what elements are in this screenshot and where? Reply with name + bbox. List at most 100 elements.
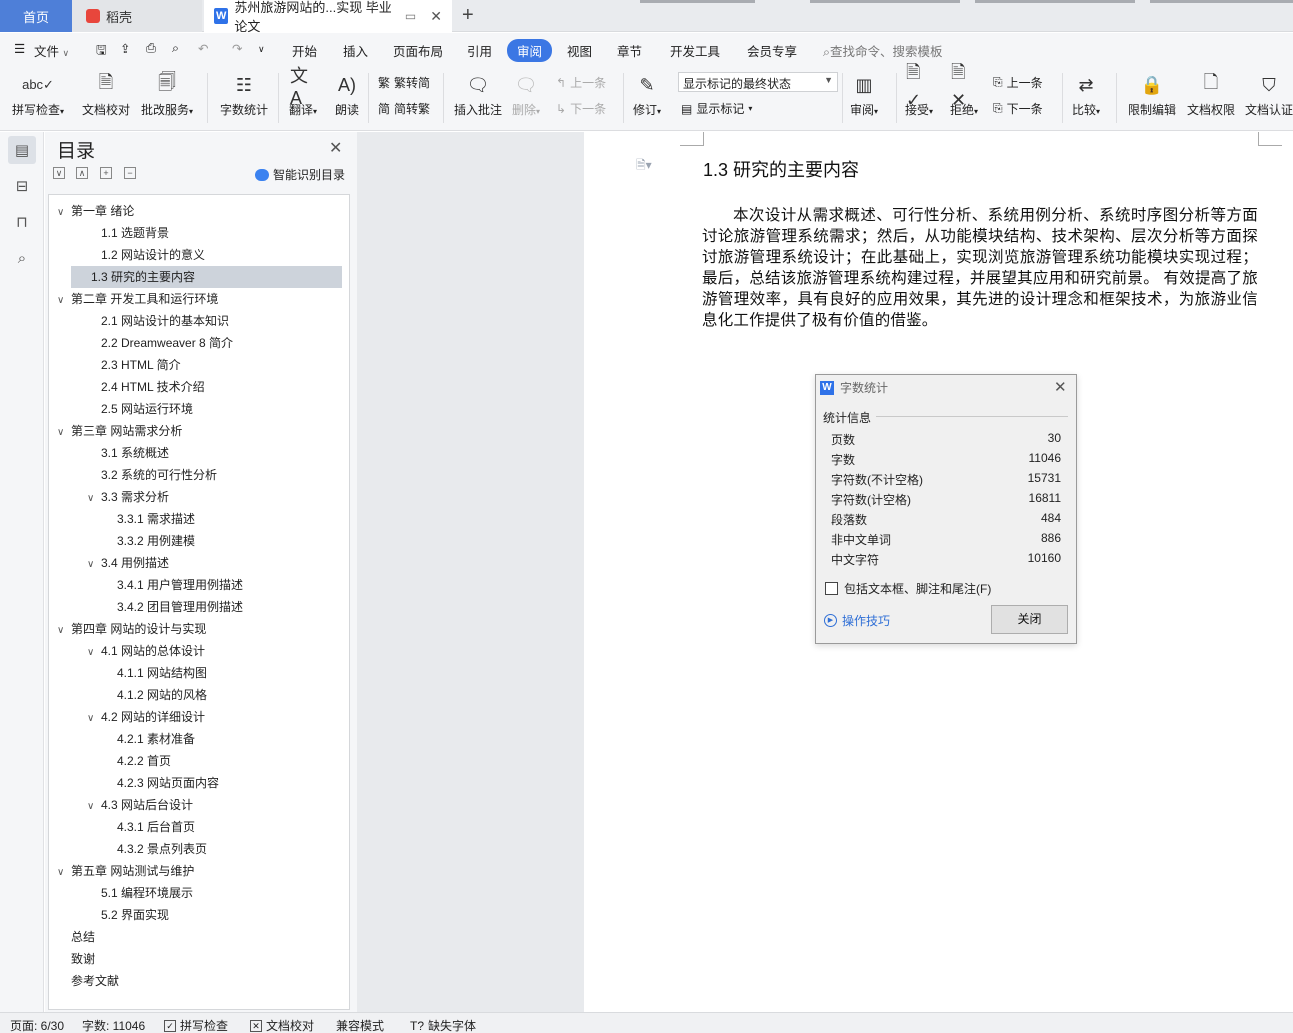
- toc-panel-icon[interactable]: ▤: [8, 136, 36, 164]
- spell-check-toggle[interactable]: ✓ 拼写检查: [164, 1017, 228, 1033]
- chevron-down-icon[interactable]: ∨: [57, 422, 71, 444]
- paragraph-icon[interactable]: 🗎▾: [636, 156, 652, 177]
- toc-item[interactable]: 4.3.1 后台首页: [103, 816, 195, 838]
- tab-daoke[interactable]: 稻壳: [72, 0, 202, 32]
- toc-item[interactable]: 3.4.1 用户管理用例描述: [103, 574, 243, 596]
- menu-item-chapter[interactable]: 章节: [617, 41, 642, 60]
- restrict-edit-button[interactable]: 🔒 限制编辑: [1128, 71, 1176, 118]
- prev-comment-button[interactable]: ↰ 上一条: [556, 74, 606, 91]
- delete-comment-button[interactable]: 🗨 删除▾: [512, 71, 540, 118]
- word-count-indicator[interactable]: 字数: 11046: [82, 1017, 145, 1033]
- toc-item[interactable]: 5.2 界面实现: [87, 904, 169, 926]
- toc-item[interactable]: ∨ 4.2 网站的详细设计: [87, 706, 205, 728]
- toc-item[interactable]: 4.2.3 网站页面内容: [103, 772, 219, 794]
- missing-font-button[interactable]: T? 缺失字体: [410, 1017, 476, 1033]
- menu-item-insert[interactable]: 插入: [343, 41, 368, 60]
- doc-permission-button[interactable]: 🗋 文档权限: [1187, 71, 1235, 118]
- export-icon[interactable]: ⇪: [120, 41, 130, 56]
- menu-item-view[interactable]: 视图: [567, 41, 592, 60]
- markup-state-select[interactable]: 显示标记的最终状态 ▼: [678, 72, 838, 92]
- toc-item[interactable]: 2.3 HTML 简介: [87, 354, 181, 376]
- print-icon[interactable]: ⎙: [146, 41, 156, 56]
- window-icon[interactable]: ▭: [405, 9, 416, 23]
- toc-item[interactable]: 2.1 网站设计的基本知识: [87, 310, 229, 332]
- menu-item-layout[interactable]: 页面布局: [393, 41, 443, 60]
- close-button[interactable]: 关闭: [991, 605, 1068, 634]
- toc-item[interactable]: ∨ 4.3 网站后台设计: [87, 794, 193, 816]
- spell-check-button[interactable]: abc✓ 拼写检查▾: [12, 71, 64, 118]
- track-changes-button[interactable]: ✎ 修订▾: [633, 71, 661, 118]
- toc-item[interactable]: 致谢: [57, 948, 95, 970]
- include-footnotes-checkbox[interactable]: 包括文本框、脚注和尾注(F): [825, 580, 991, 597]
- toc-item[interactable]: 4.3.2 景点列表页: [103, 838, 207, 860]
- doc-cert-button[interactable]: ⛉ 文档认证: [1245, 71, 1293, 118]
- toc-item[interactable]: 参考文献: [57, 970, 119, 992]
- toc-item[interactable]: 1.1 选题背景: [87, 222, 169, 244]
- tips-link[interactable]: ▶ 操作技巧: [824, 612, 890, 629]
- toc-item[interactable]: ∨ 3.3 需求分析: [87, 486, 169, 508]
- toc-item[interactable]: 总结: [57, 926, 95, 948]
- save-icon[interactable]: 🖫: [96, 41, 107, 62]
- chapter-nav-icon[interactable]: ⊟: [8, 172, 36, 200]
- accept-button[interactable]: 🗎✓ 接受▾: [905, 62, 933, 118]
- page-indicator[interactable]: 页面: 6/30: [10, 1017, 64, 1033]
- chevron-down-icon[interactable]: ∨: [87, 708, 101, 730]
- toc-item[interactable]: 3.4.2 团目管理用例描述: [103, 596, 243, 618]
- bookmark-icon[interactable]: ⊓: [8, 208, 36, 236]
- chevron-down-icon[interactable]: ∨: [87, 796, 101, 818]
- toc-item[interactable]: 1.2 网站设计的意义: [87, 244, 205, 266]
- redo-icon[interactable]: ↷: [232, 41, 242, 56]
- toc-item[interactable]: 2.5 网站运行环境: [87, 398, 193, 420]
- toc-item[interactable]: ∨ 3.4 用例描述: [87, 552, 169, 574]
- to-traditional-button[interactable]: 繁繁转简: [378, 74, 430, 91]
- add-heading-icon[interactable]: +: [100, 167, 112, 179]
- reject-button[interactable]: 🗎✕ 拒绝▾: [950, 62, 978, 118]
- close-tab-icon[interactable]: ✕: [430, 8, 442, 25]
- toc-item[interactable]: 4.1.2 网站的风格: [103, 684, 207, 706]
- menu-item-member[interactable]: 会员专享: [747, 41, 797, 60]
- toc-item[interactable]: 4.2.1 素材准备: [103, 728, 195, 750]
- toc-item[interactable]: 3.3.2 用例建模: [103, 530, 195, 552]
- toc-item[interactable]: ∨ 第二章 开发工具和运行环境: [57, 288, 218, 310]
- collapse-all-icon[interactable]: ∨: [53, 167, 65, 179]
- next-comment-button[interactable]: ↳ 下一条: [556, 100, 606, 117]
- prev-change-button[interactable]: ⎘ 上一条: [993, 74, 1043, 91]
- smart-toc-button[interactable]: 智能识别目录: [255, 166, 345, 183]
- doc-proof-button[interactable]: 🗎 文档校对: [82, 71, 130, 118]
- toc-item[interactable]: ∨ 第三章 网站需求分析: [57, 420, 182, 442]
- chevron-down-icon[interactable]: ∨: [57, 290, 71, 312]
- close-icon[interactable]: ✕: [1054, 378, 1067, 396]
- toc-item[interactable]: 1.3 研究的主要内容: [71, 266, 342, 288]
- toc-item[interactable]: 3.3.1 需求描述: [103, 508, 195, 530]
- toc-item[interactable]: 2.4 HTML 技术介绍: [87, 376, 205, 398]
- toc-item[interactable]: 3.2 系统的可行性分析: [87, 464, 217, 486]
- toc-item[interactable]: ∨ 第四章 网站的设计与实现: [57, 618, 206, 640]
- next-change-button[interactable]: ⎘ 下一条: [993, 100, 1043, 117]
- toc-item[interactable]: 5.1 编程环境展示: [87, 882, 193, 904]
- menu-item-review[interactable]: 审阅: [507, 39, 553, 62]
- show-markup-button[interactable]: ▤ 显示标记 ▾: [681, 100, 752, 117]
- toc-item[interactable]: 2.2 Dreamweaver 8 简介: [87, 332, 233, 354]
- remove-heading-icon[interactable]: −: [124, 167, 136, 179]
- chevron-down-icon[interactable]: ∨: [57, 202, 71, 224]
- toc-item[interactable]: ∨ 4.1 网站的总体设计: [87, 640, 205, 662]
- chevron-down-icon[interactable]: ∨: [57, 862, 71, 884]
- revise-service-button[interactable]: 🗐 批改服务▾: [141, 71, 193, 118]
- review-pane-button[interactable]: ▥ 审阅▾: [850, 71, 878, 118]
- hamburger-icon[interactable]: ☰: [14, 41, 25, 56]
- to-simplified-button[interactable]: 简简转繁: [378, 100, 430, 117]
- chevron-down-icon[interactable]: ∨: [87, 488, 101, 510]
- chevron-down-icon[interactable]: ∨: [87, 642, 101, 664]
- toc-item[interactable]: 4.1.1 网站结构图: [103, 662, 207, 684]
- doc-proof-toggle[interactable]: ✕ 文档校对: [250, 1017, 314, 1033]
- print-preview-icon[interactable]: ⌕: [172, 41, 179, 56]
- expand-up-icon[interactable]: ∧: [76, 167, 88, 179]
- chevron-down-icon[interactable]: ∨: [57, 620, 71, 642]
- translate-button[interactable]: 文A 翻译▾: [289, 66, 317, 118]
- search-icon[interactable]: ⌕: [8, 244, 36, 272]
- toc-item[interactable]: 3.1 系统概述: [87, 442, 169, 464]
- word-count-button[interactable]: ☷ 字数统计: [220, 71, 268, 118]
- undo-icon[interactable]: ↶: [198, 41, 208, 56]
- quick-access-more-icon[interactable]: ∨: [258, 44, 265, 55]
- tab-document[interactable]: W 苏州旅游网站的...实现 毕业论文 ▭ ✕: [204, 0, 452, 34]
